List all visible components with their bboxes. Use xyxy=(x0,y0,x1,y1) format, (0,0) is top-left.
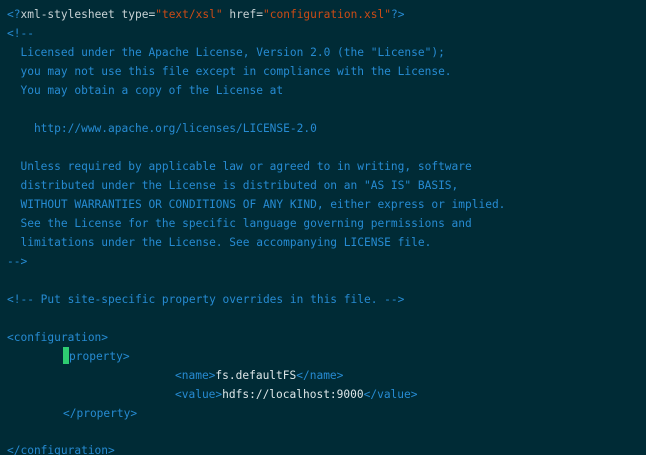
name-value: fs.defaultFS xyxy=(215,369,297,382)
property-close-tag: </property> xyxy=(63,407,138,420)
comment-line: Unless required by applicable law or agr… xyxy=(7,160,472,173)
comment-open: <!-- xyxy=(7,27,34,40)
configuration-close-tag: </configuration> xyxy=(7,444,115,455)
name-open-tag: <name> xyxy=(175,369,216,382)
site-comment: <!-- Put site-specific property override… xyxy=(7,293,405,306)
comment-line: limitations under the License. See accom… xyxy=(7,236,432,249)
value-value: hdfs://localhost:9000 xyxy=(222,388,364,401)
pi-attr-href: href= xyxy=(229,8,264,21)
comment-line: See the License for the specific languag… xyxy=(7,217,472,230)
comment-close: --> xyxy=(7,255,28,268)
pi-attr-type-value: "text/xsl" xyxy=(155,8,223,21)
value-close-tag: </value> xyxy=(363,388,418,401)
configuration-open-tag: <configuration> xyxy=(7,331,109,344)
pi-attr-type: type= xyxy=(121,8,156,21)
comment-line: WITHOUT WARRANTIES OR CONDITIONS OF ANY … xyxy=(7,198,506,211)
pi-target: xml-stylesheet xyxy=(20,8,115,21)
pi-close: ?> xyxy=(391,8,405,21)
value-line: <value>hdfs://localhost:9000</value> xyxy=(175,385,418,404)
text-editor[interactable]: <?xml-stylesheet type="text/xsl" href="c… xyxy=(0,0,646,455)
property-open-tag: property> xyxy=(69,350,130,363)
comment-line: You may obtain a copy of the License at xyxy=(7,84,284,97)
name-close-tag: </name> xyxy=(296,369,344,382)
code-line-stylesheet: <?xml-stylesheet type="text/xsl" href="c… xyxy=(7,5,404,24)
comment-line: Licensed under the Apache License, Versi… xyxy=(7,46,445,59)
comment-line: distributed under the License is distrib… xyxy=(7,179,459,192)
name-line: <name>fs.defaultFS</name> xyxy=(175,366,343,385)
property-open-line: property> xyxy=(63,347,130,366)
pi-attr-href-value: "configuration.xsl" xyxy=(263,8,391,21)
value-open-tag: <value> xyxy=(175,388,223,401)
comment-line: you may not use this file except in comp… xyxy=(7,65,452,78)
comment-line-url: http://www.apache.org/licenses/LICENSE-2… xyxy=(7,122,317,135)
pi-open: <? xyxy=(7,8,21,21)
